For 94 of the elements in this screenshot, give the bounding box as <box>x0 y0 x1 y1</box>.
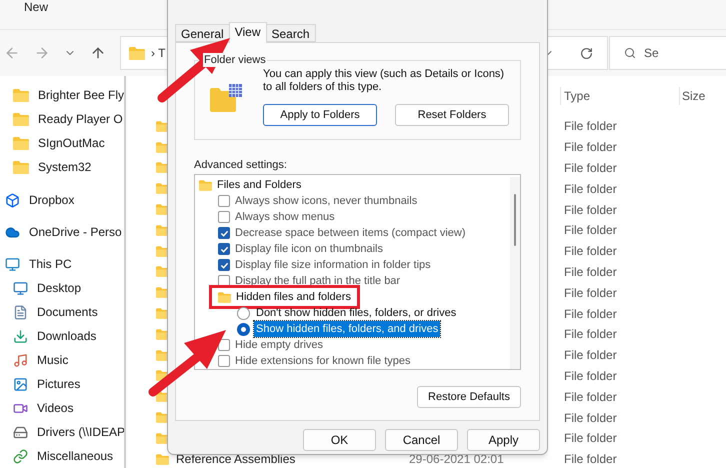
sidebar-item[interactable]: Dropbox <box>0 188 124 212</box>
sidebar-item[interactable]: Music <box>0 348 124 372</box>
file-type: File folder <box>563 139 617 156</box>
file-type: File folder <box>563 222 617 240</box>
search-placeholder: Se <box>644 45 659 62</box>
folder-icon <box>156 454 169 465</box>
file-type: File folder <box>563 160 617 177</box>
file-date: 29-06-2021 02:01 <box>409 451 504 468</box>
sidebar-item[interactable]: Desktop <box>0 276 124 300</box>
file-type: File folder <box>563 202 617 219</box>
setting-label: Display the full path in the title bar <box>235 274 400 289</box>
scrollbar-thumb[interactable] <box>514 194 516 246</box>
sidebar-item[interactable]: Videos <box>0 396 124 420</box>
checkbox[interactable] <box>218 355 230 367</box>
group-label: Files and Folders <box>217 178 302 193</box>
picture-icon <box>13 376 28 392</box>
sidebar-item[interactable]: Ready Player O <box>0 107 124 131</box>
refresh-icon[interactable] <box>580 46 593 60</box>
setting-label: Display file icon on thumbnails <box>235 242 383 257</box>
path-text: › T <box>151 45 166 62</box>
folder-view-icon <box>210 84 242 112</box>
sidebar-item[interactable]: Downloads <box>0 324 124 348</box>
folder-icon <box>13 136 29 150</box>
setting-label: Don't show hidden files, folders, or drives <box>255 306 458 321</box>
sidebar-item[interactable]: SIgnOutMac <box>0 131 124 155</box>
cloud-icon <box>5 224 20 240</box>
music-icon <box>13 352 28 368</box>
group-title: Folder views <box>203 53 267 67</box>
checkbox[interactable] <box>218 243 230 255</box>
file-type: File folder <box>563 264 617 281</box>
file-type: File folder <box>563 388 617 406</box>
column-header[interactable]: Type <box>560 87 679 105</box>
file-type: File folder <box>563 243 617 260</box>
setting-label: Hide empty drives <box>235 338 324 353</box>
setting-label: Always show icons, never thumbnails <box>235 194 418 209</box>
file-type: File folder <box>563 118 617 136</box>
sidebar-item[interactable]: System32 <box>0 155 124 179</box>
monitor-icon <box>5 256 20 272</box>
drive-icon <box>13 424 28 440</box>
new-button[interactable]: New <box>24 0 48 14</box>
sidebar-item[interactable]: Miscellaneous <box>0 444 124 468</box>
folder-icon <box>13 160 29 174</box>
file-type: File folder <box>563 180 617 198</box>
folder-icon <box>218 292 231 302</box>
sidebar-item[interactable]: This PC <box>0 252 124 276</box>
checkbox[interactable] <box>218 259 230 271</box>
setting-label: Hide extensions for known file types <box>235 354 410 369</box>
tab[interactable]: General <box>175 24 230 42</box>
restore-defaults-button[interactable]: Restore Defaults <box>417 386 521 408</box>
dialog-button[interactable]: Apply to Folders <box>263 104 377 126</box>
sidebar-item[interactable]: Documents <box>0 300 124 324</box>
file-type: File folder <box>563 306 617 323</box>
download-icon <box>13 328 28 344</box>
folder-icon <box>129 46 145 60</box>
setting-label: Always show menus <box>235 210 335 225</box>
desktop-icon <box>13 280 28 296</box>
tab[interactable]: View <box>228 22 266 43</box>
folder-icon <box>13 88 29 102</box>
up-icon[interactable] <box>90 45 106 61</box>
tab[interactable]: Search <box>266 24 316 42</box>
checkbox[interactable] <box>218 227 230 239</box>
file-type: File folder <box>563 326 617 344</box>
folder-icon <box>13 112 29 126</box>
search-field[interactable]: Se <box>609 36 726 70</box>
dialog-button[interactable]: Reset Folders <box>395 104 509 126</box>
file-type: File folder <box>563 347 617 364</box>
folder-views-description: You can apply this view (such as Details or Icons) to all folders of this type. <box>263 68 506 94</box>
checkbox[interactable] <box>218 211 230 223</box>
dialog-button[interactable]: Apply <box>467 429 540 451</box>
file-type: File folder <box>563 451 617 468</box>
file-type: File folder <box>563 368 617 385</box>
file-type: File folder <box>563 410 617 427</box>
group-label: Hidden files and folders <box>236 290 351 305</box>
dialog-button[interactable]: Cancel <box>385 429 458 451</box>
column-header[interactable]: Size <box>679 87 706 105</box>
checkbox[interactable] <box>218 195 230 207</box>
folder-icon <box>199 180 212 190</box>
sidebar-item[interactable]: Brighter Bee Fly <box>0 83 124 107</box>
advanced-settings-label: Advanced settings: <box>194 159 288 172</box>
file-type: File folder <box>563 430 617 448</box>
sidebar-item[interactable]: Drivers (\\IDEAP <box>0 420 124 444</box>
file-type: File folder <box>563 284 617 302</box>
radio-button[interactable] <box>237 322 250 336</box>
document-icon <box>13 304 28 320</box>
file-name: Reference Assemblies <box>176 451 296 468</box>
shortcut-icon <box>13 448 28 464</box>
dialog-button[interactable]: OK <box>303 429 376 451</box>
search-icon <box>624 47 636 59</box>
sidebar-item[interactable]: Pictures <box>0 372 124 396</box>
setting-label: Display file size information in folder tips <box>235 258 431 273</box>
sidebar-item[interactable]: OneDrive - Perso <box>0 220 124 244</box>
box-icon <box>5 192 20 208</box>
setting-label: Show hidden files, folders, and drives <box>254 320 440 338</box>
setting-label: Decrease space between items (compact view) <box>235 226 466 241</box>
